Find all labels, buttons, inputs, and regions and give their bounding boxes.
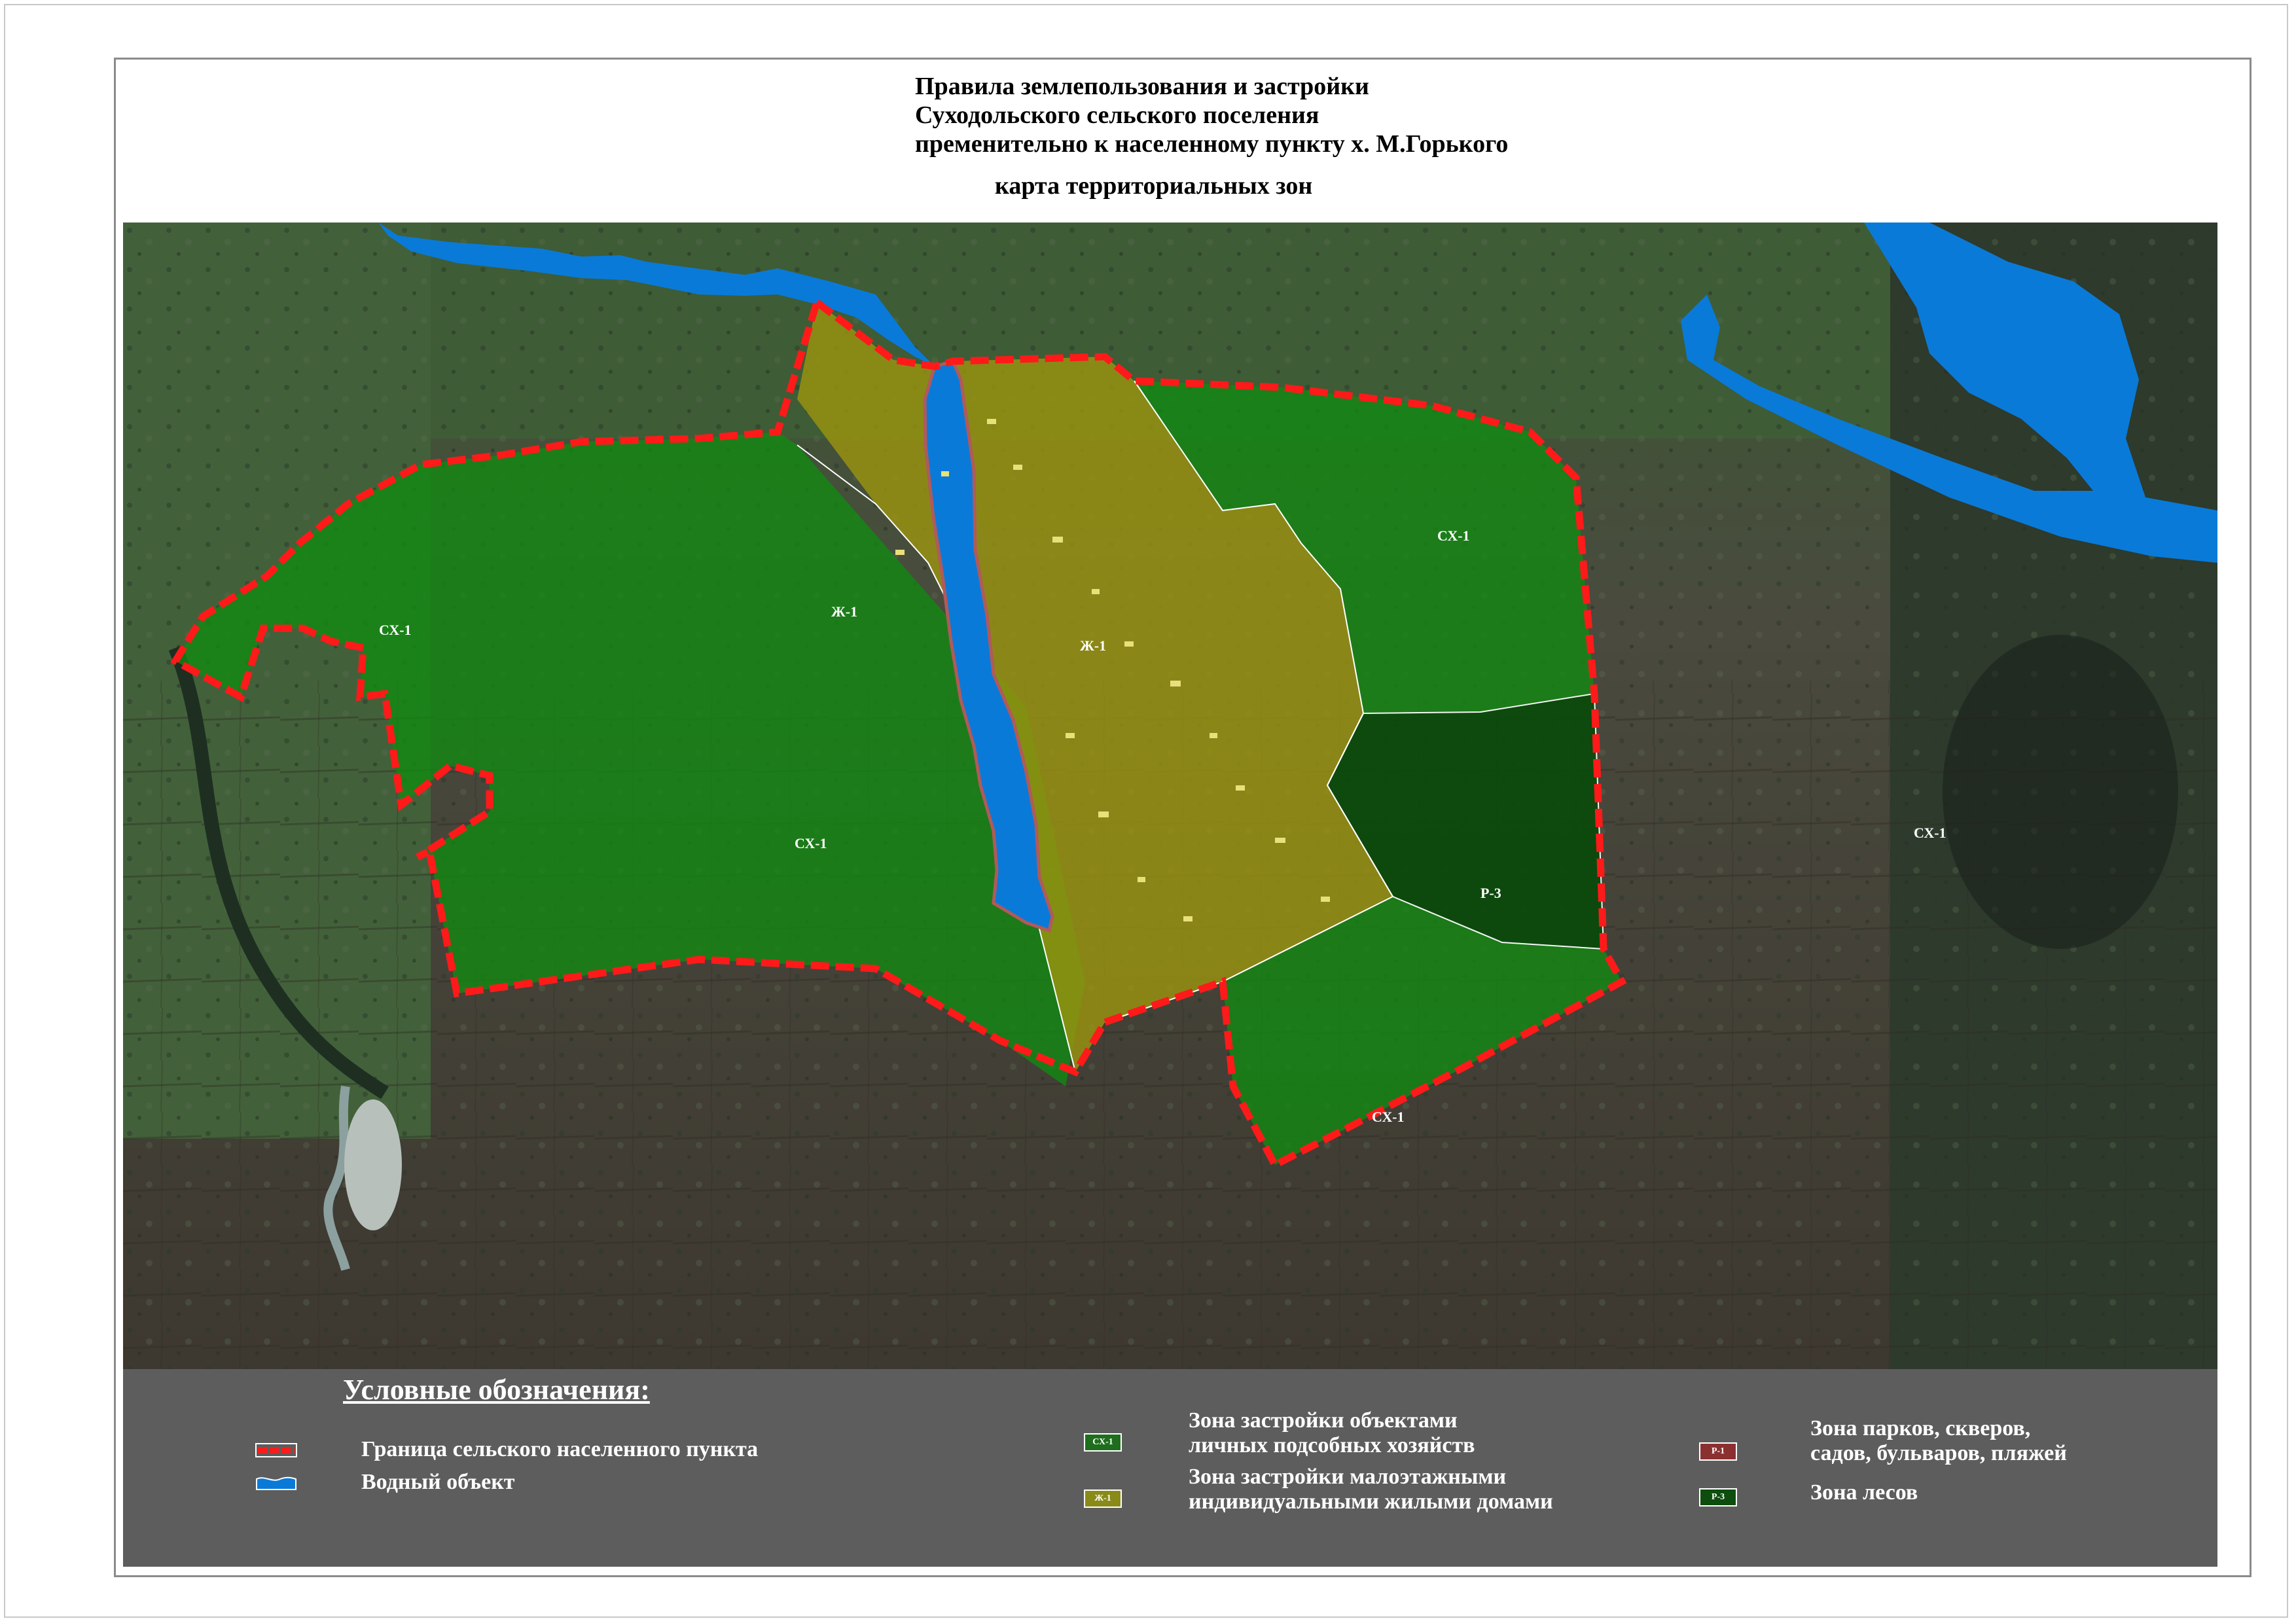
legend-text-r1-line2: садов, бульваров, пляжей — [1810, 1441, 2067, 1465]
legend-text-sx1-line2: личных подсобных хозяйств — [1189, 1433, 1475, 1457]
legend-text-zh1-line2: индивидуальными жилыми домами — [1189, 1489, 1553, 1514]
title-line-2: Суходольского сельского поселения — [915, 101, 1319, 129]
zone-label-r3: Р-3 — [1480, 885, 1501, 901]
dashed-boundary-icon — [255, 1443, 297, 1457]
zone-label-sx1-west: СХ-1 — [379, 622, 412, 638]
legend-text-r3: Зона лесов — [1810, 1480, 1918, 1505]
legend-swatch-r3: Р-3 — [1699, 1488, 1737, 1507]
legend-swatch-zh1: Ж-1 — [1084, 1489, 1122, 1508]
map-subtitle: карта территориальных зон — [995, 172, 1313, 200]
legend-text-zh1-line1: Зона застройки малоэтажными — [1189, 1465, 1507, 1489]
title-line-1: Правила землепользования и застройки — [915, 73, 1369, 100]
cloud-shadow — [1943, 635, 2178, 949]
legend-swatch-sx1: СХ-1 — [1084, 1433, 1122, 1452]
zone-label-sx1-southwest: СХ-1 — [795, 835, 827, 851]
legend-text-boundary: Граница сельского населенного пункта — [361, 1437, 759, 1461]
title-line-3: пременительно к населенному пункту х. М.… — [915, 130, 1509, 158]
legend-swatch-r1: Р-1 — [1699, 1442, 1737, 1461]
small-pond — [344, 1099, 402, 1230]
map-canvas[interactable]: СХ-1 СХ-1 Ж-1 Ж-1 СХ-1 Р-3 СХ-1 СХ-1 — [123, 223, 2217, 1369]
legend-text-water: Водный объект — [361, 1470, 515, 1494]
legend-panel: Условные обозначения: Граница сельского … — [123, 1369, 2217, 1567]
zone-label-zh1-west: Ж-1 — [831, 603, 857, 620]
zone-label-zh1-east: Ж-1 — [1080, 637, 1106, 654]
legend-text-r1-line1: Зона парков, скверов, — [1810, 1416, 2031, 1440]
legend-text-sx1-line1: Зона застройки объектами — [1189, 1408, 1458, 1433]
water-wave-icon — [256, 1476, 296, 1490]
map-title: Правила землепользования и застройки Сух… — [915, 72, 1897, 158]
legend-title: Условные обозначения: — [343, 1374, 650, 1406]
territorial-zones-map[interactable]: СХ-1 СХ-1 Ж-1 Ж-1 СХ-1 Р-3 СХ-1 СХ-1 — [123, 223, 2217, 1369]
zone-label-sx1-south: СХ-1 — [1372, 1109, 1405, 1125]
zone-label-sx1-northeast: СХ-1 — [1437, 527, 1470, 544]
zone-label-sx1-far-east: СХ-1 — [1914, 825, 1946, 841]
